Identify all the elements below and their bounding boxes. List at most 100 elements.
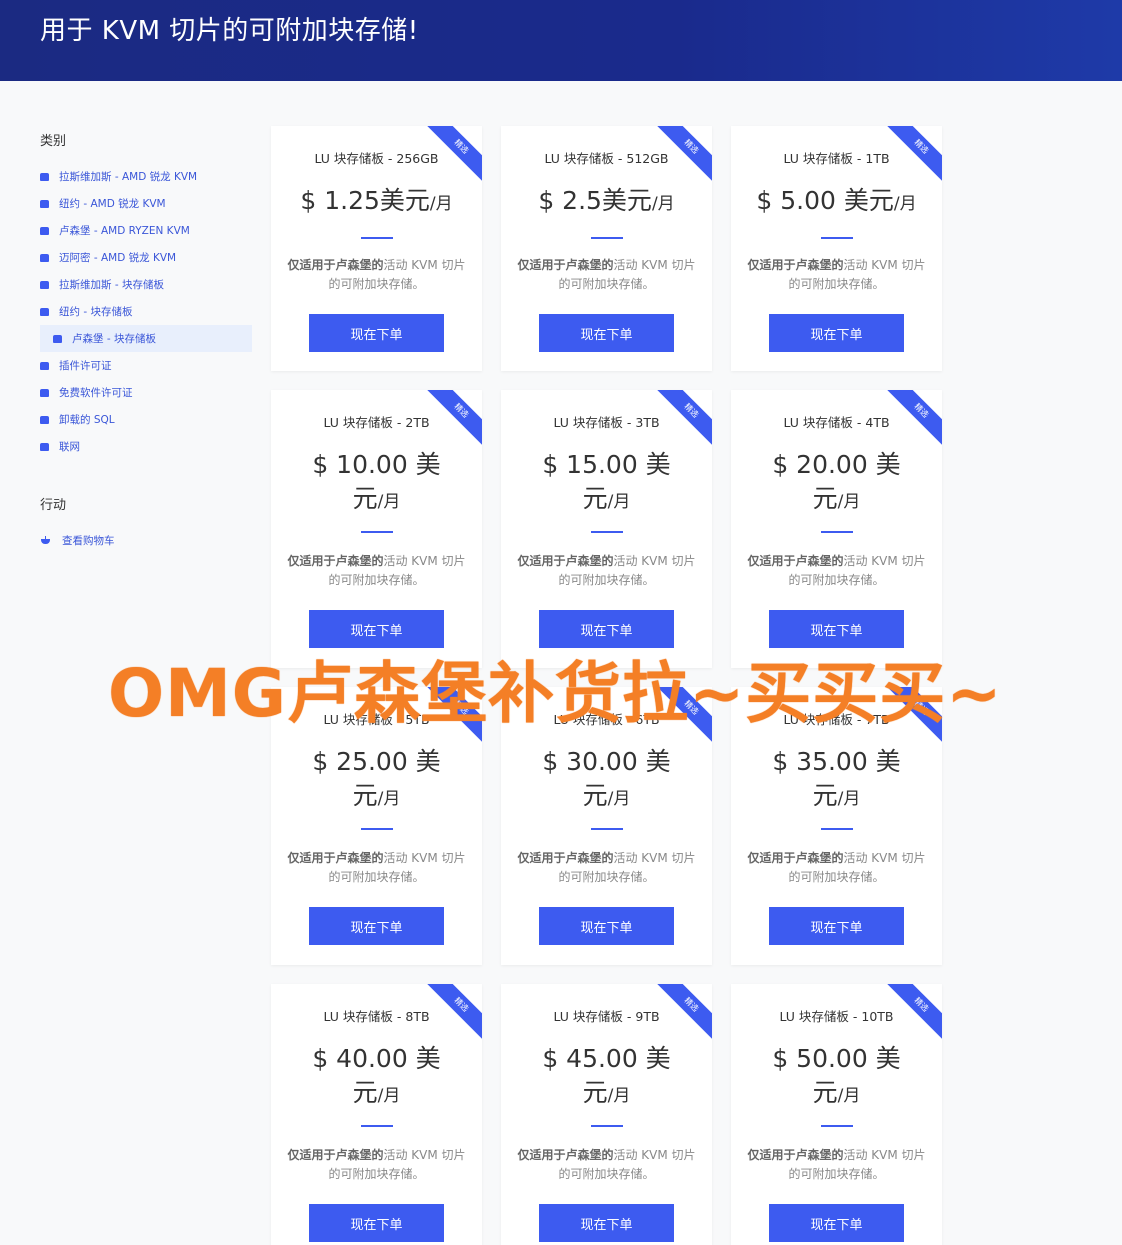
- view-cart-link[interactable]: 查看购物车: [40, 527, 252, 554]
- sidebar-item-label: 卢森堡 - AMD RYZEN KVM: [59, 225, 190, 237]
- actions-heading: 行动: [40, 498, 67, 513]
- product-price: $ 40.00 美元/月: [271, 1042, 482, 1113]
- product-title: LU 块存储板 - 256GB: [314, 151, 439, 166]
- order-now-button[interactable]: 现在下单: [309, 907, 444, 945]
- desc-location: 卢森堡的: [795, 851, 844, 865]
- price-amount: $ 20.00 美元: [772, 450, 901, 513]
- price-period: /月: [837, 789, 861, 809]
- box-icon: [40, 442, 49, 451]
- desc-location: 卢森堡的: [335, 1148, 384, 1162]
- box-icon: [40, 199, 49, 208]
- sidebar-item-label: 卸载的 SQL: [59, 414, 115, 426]
- price-period: /月: [607, 492, 631, 512]
- price-divider: [821, 1125, 853, 1127]
- sidebar-item-lu-amd-kvm[interactable]: 卢森堡 - AMD RYZEN KVM: [40, 217, 252, 244]
- sidebar-item-plugin-licenses[interactable]: 插件许可证: [40, 352, 252, 379]
- order-now-button[interactable]: 现在下单: [539, 314, 674, 352]
- product-title: LU 块存储板 - 10TB: [779, 1009, 894, 1024]
- box-icon: [40, 415, 49, 424]
- price-divider: [361, 531, 393, 533]
- box-icon: [53, 334, 62, 343]
- order-now-button[interactable]: 现在下单: [769, 314, 904, 352]
- price-divider: [591, 828, 623, 830]
- product-price: $ 1.25美元/月: [271, 184, 482, 221]
- price-period: /月: [377, 492, 401, 512]
- product-price: $ 35.00 美元/月: [731, 745, 942, 816]
- desc-prefix: 仅适用于: [517, 851, 566, 865]
- product-title: LU 块存储板 - 4TB: [783, 415, 890, 430]
- price-period: /月: [893, 194, 917, 214]
- price-divider: [821, 828, 853, 830]
- price-divider: [361, 1125, 393, 1127]
- sidebar-item-label: 迈阿密 - AMD 锐龙 KVM: [59, 252, 177, 264]
- box-icon: [40, 280, 49, 289]
- product-description: 仅适用于卢森堡的活动 KVM 切片的可附加块存储。: [286, 552, 467, 590]
- order-now-button[interactable]: 现在下单: [309, 1204, 444, 1242]
- price-period: /月: [837, 1086, 861, 1106]
- price-amount: $ 10.00 美元: [312, 450, 441, 513]
- desc-location: 卢森堡的: [335, 554, 384, 568]
- desc-location: 卢森堡的: [565, 554, 614, 568]
- price-divider: [591, 237, 623, 239]
- cart-icon: [40, 536, 51, 545]
- product-card: 精选 LU 块存储板 - 10TB $ 50.00 美元/月 仅适用于卢森堡的活动 K…: [731, 984, 942, 1245]
- product-description: 仅适用于卢森堡的活动 KVM 切片的可附加块存储。: [286, 1146, 467, 1184]
- product-card: 精选 LU 块存储板 - 512GB $ 2.5美元/月 仅适用于卢森堡的活动 KVM…: [501, 126, 712, 371]
- desc-prefix: 仅适用于: [747, 554, 796, 568]
- price-amount: $ 40.00 美元: [312, 1044, 441, 1107]
- box-icon: [40, 388, 49, 397]
- order-now-button[interactable]: 现在下单: [309, 314, 444, 352]
- order-now-button[interactable]: 现在下单: [539, 1204, 674, 1242]
- sidebar-item-label: 拉斯维加斯 - 块存储板: [59, 279, 164, 291]
- product-description: 仅适用于卢森堡的活动 KVM 切片的可附加块存储。: [516, 849, 697, 887]
- desc-location: 卢森堡的: [335, 258, 384, 272]
- sidebar-item-offloaded-sql[interactable]: 卸载的 SQL: [40, 406, 252, 433]
- product-price: $ 50.00 美元/月: [731, 1042, 942, 1113]
- sidebar-item-lv-block-storage[interactable]: 拉斯维加斯 - 块存储板: [40, 271, 252, 298]
- desc-prefix: 仅适用于: [747, 851, 796, 865]
- sidebar-item-lu-block-storage[interactable]: 卢森堡 - 块存储板: [40, 325, 252, 352]
- sidebar-item-ny-block-storage[interactable]: 纽约 - 块存储板: [40, 298, 252, 325]
- product-price: $ 5.00 美元/月: [731, 184, 942, 221]
- product-price: $ 20.00 美元/月: [731, 448, 942, 519]
- box-icon: [40, 253, 49, 262]
- order-now-button[interactable]: 现在下单: [769, 1204, 904, 1242]
- price-period: /月: [607, 1086, 631, 1106]
- price-amount: $ 45.00 美元: [542, 1044, 671, 1107]
- desc-location: 卢森堡的: [795, 554, 844, 568]
- product-title: LU 块存储板 - 3TB: [553, 415, 660, 430]
- desc-prefix: 仅适用于: [287, 554, 336, 568]
- product-price: $ 15.00 美元/月: [501, 448, 712, 519]
- product-description: 仅适用于卢森堡的活动 KVM 切片的可附加块存储。: [746, 552, 927, 590]
- product-description: 仅适用于卢森堡的活动 KVM 切片的可附加块存储。: [746, 256, 927, 294]
- sidebar-item-free-software-licenses[interactable]: 免费软件许可证: [40, 379, 252, 406]
- sidebar-item-label: 插件许可证: [59, 360, 112, 372]
- box-icon: [40, 361, 49, 370]
- sidebar-item-ny-amd-kvm[interactable]: 纽约 - AMD 锐龙 KVM: [40, 190, 252, 217]
- order-now-button[interactable]: 现在下单: [539, 907, 674, 945]
- price-period: /月: [377, 1086, 401, 1106]
- product-description: 仅适用于卢森堡的活动 KVM 切片的可附加块存储。: [286, 256, 467, 294]
- sidebar-item-networking[interactable]: 联网: [40, 433, 252, 460]
- desc-prefix: 仅适用于: [517, 1148, 566, 1162]
- product-card: 精选 LU 块存储板 - 9TB $ 45.00 美元/月 仅适用于卢森堡的活动 KV…: [501, 984, 712, 1245]
- product-card: 精选 LU 块存储板 - 1TB $ 5.00 美元/月 仅适用于卢森堡的活动 KVM…: [731, 126, 942, 371]
- price-amount: $ 1.25美元: [300, 186, 430, 215]
- desc-prefix: 仅适用于: [747, 258, 796, 272]
- sidebar-item-label: 纽约 - 块存储板: [59, 306, 133, 318]
- product-description: 仅适用于卢森堡的活动 KVM 切片的可附加块存储。: [516, 256, 697, 294]
- price-amount: $ 50.00 美元: [772, 1044, 901, 1107]
- promo-overlay-text: OMG卢森堡补货拉~买买买~: [108, 655, 1003, 732]
- sidebar-item-label: 纽约 - AMD 锐龙 KVM: [59, 198, 166, 210]
- product-card: 精选 LU 块存储板 - 2TB $ 10.00 美元/月 仅适用于卢森堡的活动 KV…: [271, 390, 482, 668]
- sidebar-item-lv-amd-kvm[interactable]: 拉斯维加斯 - AMD 锐龙 KVM: [40, 163, 252, 190]
- order-now-button[interactable]: 现在下单: [769, 907, 904, 945]
- price-amount: $ 2.5美元: [538, 186, 652, 215]
- view-cart-label: 查看购物车: [62, 535, 115, 547]
- sidebar-item-mia-amd-kvm[interactable]: 迈阿密 - AMD 锐龙 KVM: [40, 244, 252, 271]
- box-icon: [40, 307, 49, 316]
- box-icon: [40, 172, 49, 181]
- desc-location: 卢森堡的: [565, 258, 614, 272]
- price-period: /月: [429, 194, 453, 214]
- page-header: 用于 KVM 切片的可附加块存储!: [0, 0, 1122, 81]
